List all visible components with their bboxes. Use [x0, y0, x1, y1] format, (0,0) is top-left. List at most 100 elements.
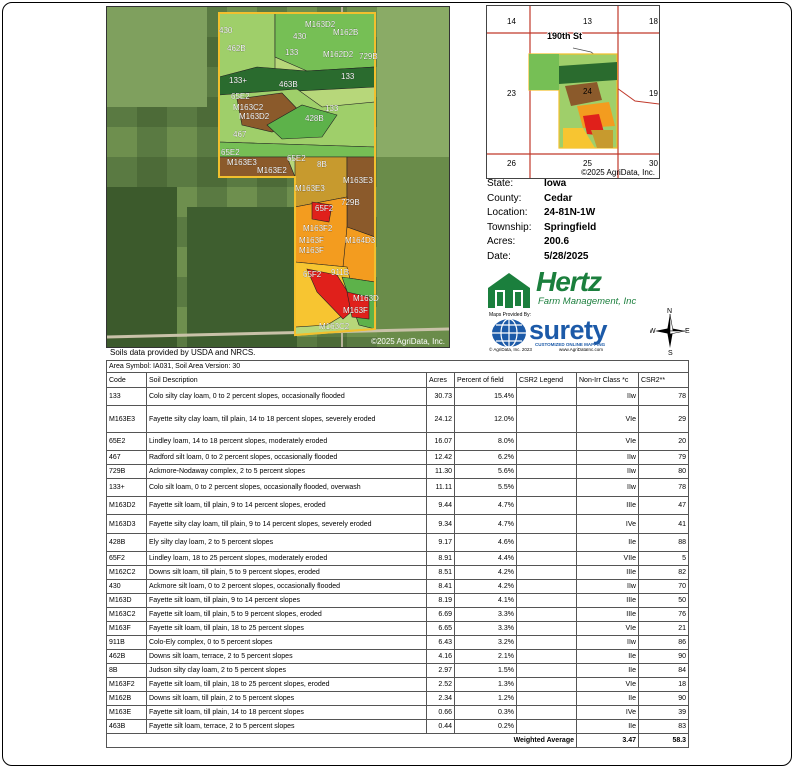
soil-acres: 9.34	[426, 514, 455, 534]
soil-code: 729B	[106, 464, 147, 479]
soil-csr2: 82	[637, 565, 690, 580]
map-label: 133	[285, 48, 299, 57]
info-key: State:	[487, 178, 514, 189]
weighted-class: 3.47	[576, 733, 639, 748]
table-row: 430 Ackmore silt loam, 0 to 2 percent slo…	[106, 579, 690, 594]
inset-section-label: 13	[583, 17, 592, 26]
map-label: 65F2	[303, 270, 322, 279]
weighted-average-label: Weighted Average	[106, 733, 577, 748]
soil-description: Fayette silty clay loam, till plain, 9 t…	[146, 514, 427, 534]
soil-csr2: 41	[637, 514, 690, 534]
soil-percent: 6.2%	[454, 450, 517, 465]
table-row: 65E2 Lindley loam, 14 to 18 percent slope…	[106, 432, 690, 451]
soil-description: Fayette silt loam, till plain, 9 to 14 p…	[146, 593, 427, 608]
soil-acres: 24.12	[426, 405, 455, 433]
map-label: 133	[325, 104, 339, 113]
table-row: 133+ Colo silt loam, 0 to 2 percent slope…	[106, 478, 690, 497]
soil-percent: 0.3%	[454, 705, 517, 720]
inset-section-label: 24	[583, 87, 592, 96]
usda-note: Soils data provided by USDA and NRCS.	[110, 348, 256, 357]
info-row-acres: Acres: 200.6	[487, 236, 596, 251]
csr2-swatch	[516, 593, 577, 608]
soil-percent: 1.2%	[454, 691, 517, 706]
soil-class: IIe	[576, 691, 639, 706]
inset-section-label: 14	[507, 17, 516, 26]
soil-csr2: 70	[637, 579, 690, 594]
soil-code: M163E	[106, 705, 147, 720]
map-label: 65F2	[315, 204, 334, 213]
soil-class: VIe	[576, 405, 639, 433]
csr2-swatch	[516, 565, 577, 580]
soil-csr2: 39	[637, 705, 690, 720]
surety-copyright: © AgriData, Inc. 2023	[489, 347, 532, 352]
table-row: 65F2 Lindley loam, 18 to 25 percent slope…	[106, 551, 690, 566]
map-label: 133+	[229, 76, 247, 85]
soil-description: Downs silt loam, terrace, 2 to 5 percent…	[146, 649, 427, 664]
csr2-swatch	[516, 551, 577, 566]
area-symbol-row: Area Symbol: IA031, Soil Area Version: 3…	[105, 360, 690, 373]
csr2-swatch	[516, 663, 577, 678]
map-label: M164D3	[345, 236, 376, 245]
soil-class: IIe	[576, 533, 639, 552]
soil-percent: 0.2%	[454, 719, 517, 734]
header-percent: Percent of field	[454, 372, 517, 388]
soil-code: 133	[106, 387, 147, 406]
csr2-swatch	[516, 677, 577, 692]
inset-copyright: ©2025 AgriData, Inc.	[581, 168, 655, 177]
soil-description: Fayette silt loam, till plain, 18 to 25 …	[146, 621, 427, 636]
info-row-state: State: Iowa	[487, 178, 596, 193]
soil-class: IIIe	[576, 496, 639, 515]
soil-code: M163D2	[106, 496, 147, 515]
soil-acres: 8.91	[426, 551, 455, 566]
table-row: M163D2 Fayette silt loam, till plain, 9 t…	[106, 496, 690, 515]
table-header-row: Code Soil Description Acres Percent of f…	[106, 372, 690, 388]
map-label: M163C2	[319, 322, 350, 331]
soil-percent: 1.3%	[454, 677, 517, 692]
surety-logo: Maps Provided By: surety CUSTOMIZED ONLI…	[487, 308, 637, 354]
table-row: 428B Ely silty clay loam, 2 to 5 percent …	[106, 533, 690, 552]
csr2-swatch	[516, 464, 577, 479]
soil-description: Radford silt loam, 0 to 2 percent slopes…	[146, 450, 427, 465]
inset-map-graphic: 14 13 18 23 24 19 26 25 30 190th St	[487, 6, 659, 178]
aerial-map-graphic: 430 M163D2 M162B 430 133 M162D2 729B 462…	[107, 7, 449, 347]
soil-description: Downs silt loam, till plain, 5 to 9 perc…	[146, 565, 427, 580]
soil-percent: 1.5%	[454, 663, 517, 678]
soil-percent: 4.7%	[454, 496, 517, 515]
soil-acres: 16.07	[426, 432, 455, 451]
soil-description: Fayette silt loam, till plain, 14 to 18 …	[146, 705, 427, 720]
table-row: 467 Radford silt loam, 0 to 2 percent slo…	[106, 450, 690, 465]
csr2-swatch	[516, 719, 577, 734]
header-code: Code	[106, 372, 147, 388]
info-row-date: Date: 5/28/2025	[487, 251, 596, 266]
soil-percent: 5.5%	[454, 478, 517, 497]
soil-acres: 30.73	[426, 387, 455, 406]
csr2-swatch	[516, 691, 577, 706]
soil-percent: 4.1%	[454, 593, 517, 608]
soil-csr2: 84	[637, 663, 690, 678]
csr2-swatch	[516, 478, 577, 497]
map-label: M163F	[299, 246, 324, 255]
soil-acres: 8.51	[426, 565, 455, 580]
property-info: State: Iowa County: Cedar Location: 24-81N-…	[487, 178, 596, 266]
soil-description: Ackmore silt loam, 0 to 2 percent slopes…	[146, 579, 427, 594]
soil-class: VIe	[576, 432, 639, 451]
soil-csr2: 18	[637, 677, 690, 692]
soil-csr2: 78	[637, 387, 690, 406]
csr2-swatch	[516, 621, 577, 636]
table-row: M163D3 Fayette silty clay loam, till plai…	[106, 514, 690, 534]
table-row: 911B Colo-Ely complex, 0 to 5 percent slo…	[106, 635, 690, 650]
compass-rose-icon: N E S W	[649, 306, 690, 357]
soil-description: Colo silty clay loam, 0 to 2 percent slo…	[146, 387, 427, 406]
map-label: 729B	[359, 52, 378, 61]
info-value: 200.6	[544, 236, 570, 248]
compass-s: S	[668, 350, 673, 356]
soil-code: M163F	[106, 621, 147, 636]
inset-road-label: 190th St	[547, 31, 582, 41]
soil-csr2: 21	[637, 621, 690, 636]
soil-csr2: 20	[637, 432, 690, 451]
header-csr2: CSR2**	[637, 372, 690, 388]
map-label: M163F	[299, 236, 324, 245]
soil-acres: 2.34	[426, 691, 455, 706]
header-description: Soil Description	[146, 372, 427, 388]
soil-percent: 12.0%	[454, 405, 517, 433]
